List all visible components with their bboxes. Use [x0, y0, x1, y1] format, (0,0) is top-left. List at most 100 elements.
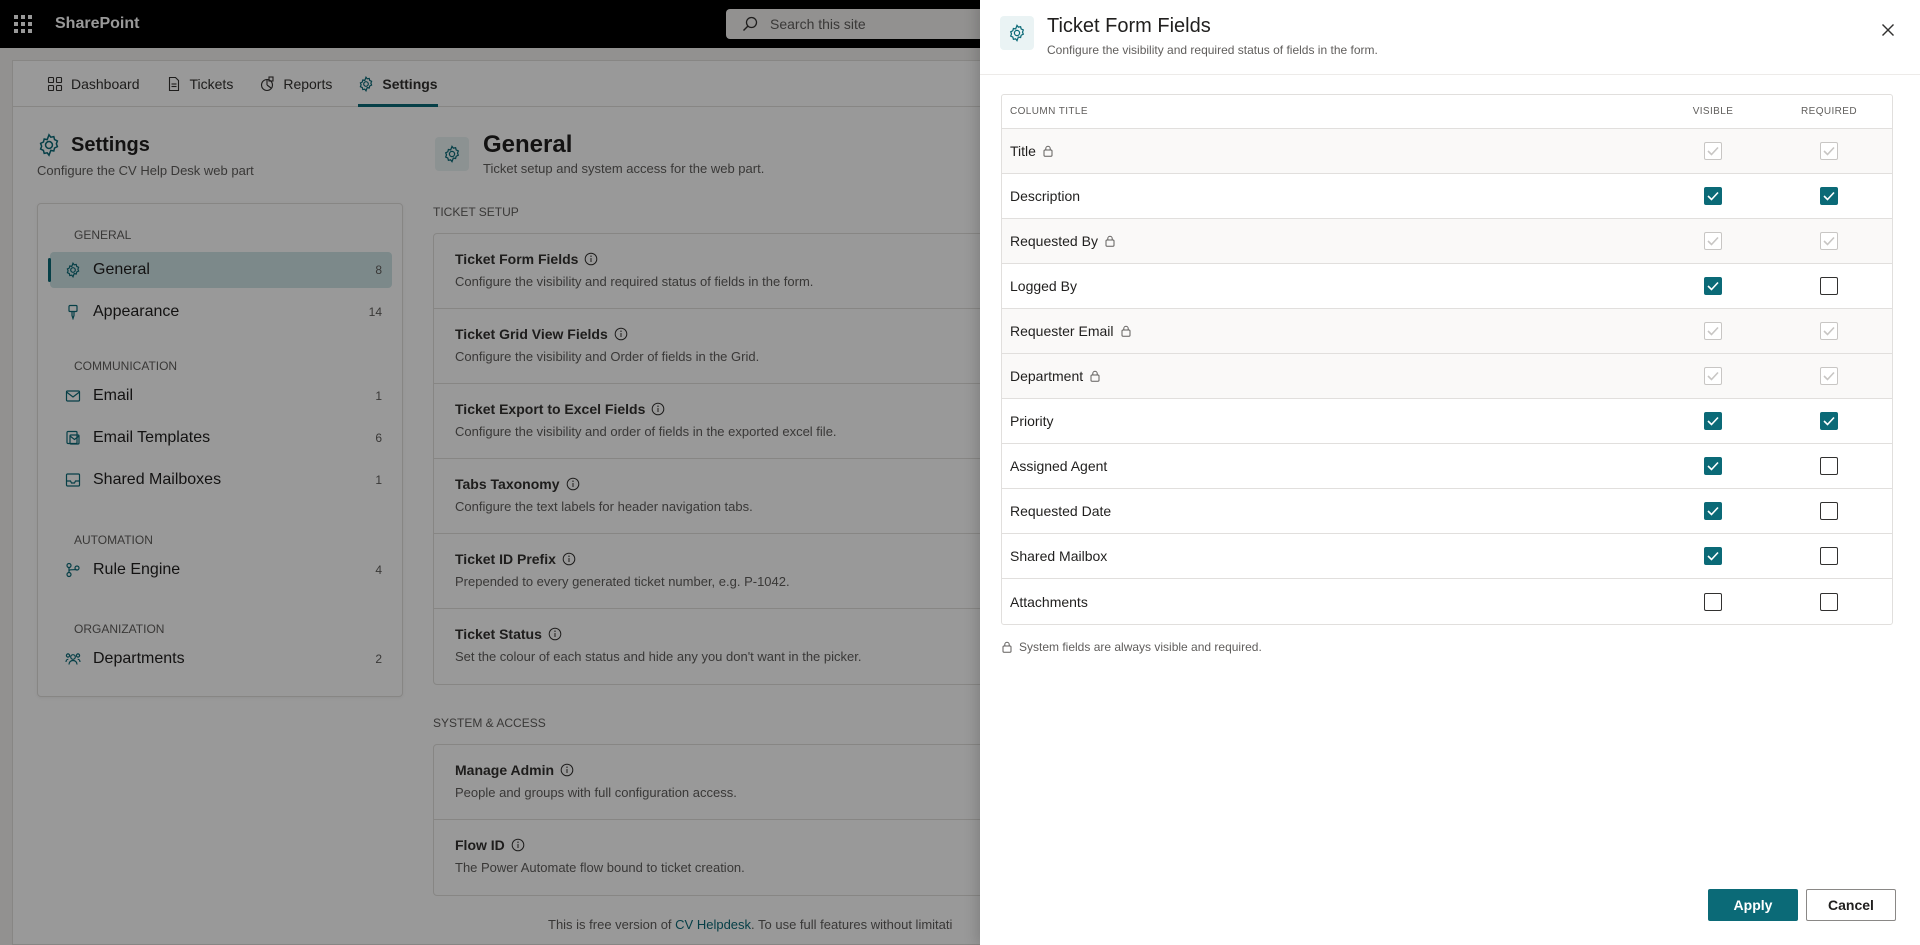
- check-icon: [1823, 236, 1835, 246]
- required-checkbox[interactable]: [1820, 412, 1838, 430]
- table-body: Title Description Requested By Logged By Req…: [1002, 129, 1892, 624]
- field-name-cell: Requested By: [1002, 233, 1655, 249]
- required-checkbox: [1820, 322, 1838, 340]
- required-cell: [1771, 322, 1887, 340]
- apply-button[interactable]: Apply: [1708, 889, 1798, 921]
- visible-cell: [1655, 322, 1771, 340]
- check-icon: [1823, 191, 1835, 201]
- required-cell: [1771, 367, 1887, 385]
- required-checkbox[interactable]: [1820, 187, 1838, 205]
- modal-overlay[interactable]: [0, 0, 980, 945]
- field-name-cell: Logged By: [1002, 278, 1655, 294]
- panel-header: Ticket Form Fields Configure the visibil…: [980, 0, 1920, 75]
- check-icon: [1823, 416, 1835, 426]
- check-icon: [1823, 146, 1835, 156]
- field-name: Title: [1010, 143, 1036, 159]
- field-name: Attachments: [1010, 593, 1088, 610]
- required-cell: [1771, 277, 1887, 295]
- cancel-button[interactable]: Cancel: [1806, 889, 1896, 921]
- table-row: Requested By: [1002, 219, 1892, 264]
- required-checkbox: [1820, 367, 1838, 385]
- field-name: Shared Mailbox: [1010, 548, 1108, 564]
- visible-checkbox[interactable]: [1704, 187, 1722, 205]
- field-name: Description: [1010, 188, 1081, 204]
- required-checkbox[interactable]: [1820, 502, 1838, 520]
- table-row: Shared Mailbox: [1002, 534, 1892, 579]
- required-checkbox: [1820, 142, 1838, 160]
- column-title-header: COLUMN TITLE: [1010, 106, 1088, 117]
- visible-checkbox[interactable]: [1704, 457, 1722, 475]
- required-cell: [1771, 412, 1887, 430]
- check-icon: [1707, 281, 1719, 291]
- check-icon: [1707, 416, 1719, 426]
- table-row: Priority: [1002, 399, 1892, 444]
- table-row: Requester Email: [1002, 309, 1892, 354]
- table-row: Department: [1002, 354, 1892, 399]
- visible-checkbox: [1704, 142, 1722, 160]
- required-cell: [1771, 457, 1887, 475]
- table-row: Title: [1002, 129, 1892, 174]
- visible-checkbox[interactable]: [1704, 412, 1722, 430]
- check-icon: [1823, 371, 1835, 381]
- visible-cell: [1655, 277, 1771, 295]
- required-checkbox[interactable]: [1820, 592, 1838, 611]
- field-name-cell: Priority: [1002, 413, 1655, 429]
- required-checkbox: [1820, 232, 1838, 250]
- field-name: Logged By: [1010, 278, 1077, 294]
- check-icon: [1707, 371, 1719, 381]
- column-required-header: REQUIRED: [1801, 106, 1857, 117]
- panel-title: Ticket Form Fields: [1047, 15, 1211, 37]
- visible-cell: [1655, 412, 1771, 430]
- required-cell: [1771, 187, 1887, 205]
- field-name: Requested Date: [1010, 503, 1112, 519]
- lock-icon: [1043, 145, 1053, 157]
- visible-cell: [1655, 502, 1771, 520]
- table-row: Assigned Agent: [1002, 444, 1892, 489]
- visible-cell: [1655, 547, 1771, 565]
- visible-checkbox[interactable]: [1704, 592, 1722, 611]
- visible-checkbox: [1704, 322, 1722, 340]
- visible-checkbox[interactable]: [1704, 547, 1722, 565]
- field-name-cell: Department: [1002, 368, 1655, 384]
- visible-cell: [1655, 142, 1771, 160]
- lock-icon: [1002, 641, 1012, 653]
- field-name-cell: Shared Mailbox: [1002, 548, 1655, 564]
- required-cell: [1771, 232, 1887, 250]
- field-name-cell: Description: [1002, 188, 1655, 204]
- visible-cell: [1655, 232, 1771, 250]
- fields-table: COLUMN TITLE VISIBLE REQUIRED Title Descr…: [1001, 94, 1893, 625]
- visible-cell: [1655, 187, 1771, 205]
- required-checkbox[interactable]: [1820, 547, 1838, 565]
- ticket-form-fields-panel: Ticket Form Fields Configure the visibil…: [980, 0, 1920, 945]
- check-icon: [1707, 461, 1719, 471]
- panel-subtitle: Configure the visibility and required st…: [1047, 43, 1378, 57]
- visible-cell: [1655, 457, 1771, 475]
- check-icon: [1707, 236, 1719, 246]
- required-checkbox[interactable]: [1820, 457, 1838, 475]
- check-icon: [1707, 146, 1719, 156]
- table-row: Logged By: [1002, 264, 1892, 309]
- visible-cell: [1655, 367, 1771, 385]
- required-cell: [1771, 142, 1887, 160]
- visible-checkbox[interactable]: [1704, 277, 1722, 295]
- check-icon: [1707, 551, 1719, 561]
- visible-checkbox: [1704, 367, 1722, 385]
- column-visible-header: VISIBLE: [1692, 106, 1734, 117]
- system-fields-note: System fields are always visible and req…: [1002, 640, 1262, 654]
- check-icon: [1823, 326, 1835, 336]
- check-icon: [1707, 506, 1719, 516]
- visible-checkbox[interactable]: [1704, 502, 1722, 520]
- gear-icon: [1009, 24, 1025, 42]
- visible-checkbox: [1704, 232, 1722, 250]
- table-row: Requested Date: [1002, 489, 1892, 534]
- table-header: COLUMN TITLE VISIBLE REQUIRED: [1002, 95, 1892, 129]
- system-note-text: System fields are always visible and req…: [1019, 640, 1262, 654]
- required-checkbox[interactable]: [1820, 277, 1838, 295]
- lock-icon: [1105, 235, 1115, 247]
- check-icon: [1707, 326, 1719, 336]
- required-cell: [1771, 592, 1887, 611]
- field-name: Requester Email: [1010, 323, 1114, 339]
- visible-cell: [1655, 592, 1771, 611]
- close-icon[interactable]: [1880, 22, 1896, 38]
- field-name-cell: Requested Date: [1002, 503, 1655, 519]
